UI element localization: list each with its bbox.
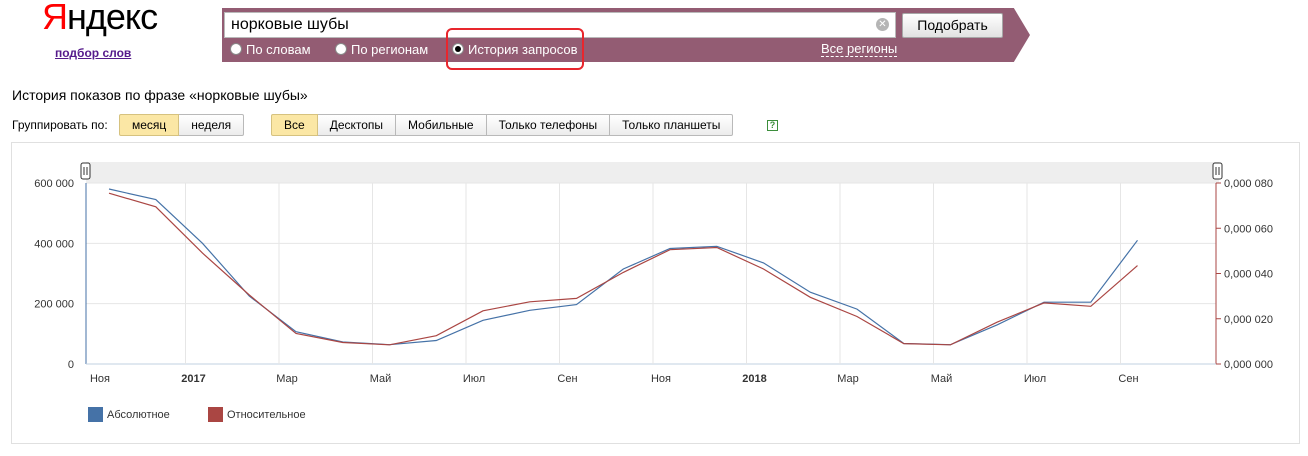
x-tick-label: Май: [931, 373, 953, 385]
x-tick-label: Сен: [557, 373, 577, 385]
wordstat-link[interactable]: подбор слов: [55, 46, 131, 60]
legend-label[interactable]: Абсолютное: [107, 409, 170, 421]
radio-by-regions[interactable]: По регионам: [335, 41, 428, 57]
page-title: История показов по фразе «норковые шубы»: [12, 87, 308, 103]
x-tick-label: Ноя: [651, 373, 671, 385]
x-tick-label: Мар: [837, 373, 859, 385]
y-left-tick-label: 200 000: [34, 299, 74, 311]
radio-label: По словам: [246, 41, 311, 57]
range-handle-right[interactable]: [1212, 162, 1223, 180]
logo-first-letter: Я: [42, 0, 68, 37]
legend-label[interactable]: Относительное: [227, 409, 306, 421]
x-tick-label: Июл: [463, 373, 485, 385]
chart-panel: 0 200 000 400 000 600 000 0,000 000 0,000 02…: [11, 142, 1300, 444]
x-tick-label: 2017: [181, 373, 205, 385]
y-left-tick-label: 600 000: [34, 178, 74, 190]
history-chart: 0 200 000 400 000 600 000 0,000 000 0,000 02…: [34, 162, 1273, 422]
y-left-tick-label: 400 000: [34, 238, 74, 250]
y-right-tick-label: 0,000 000: [1224, 359, 1273, 371]
group-month-button[interactable]: месяц: [119, 114, 180, 136]
x-tick-label: 2018: [742, 373, 766, 385]
y-left-tick-label: 0: [68, 359, 74, 371]
device-all-button[interactable]: Все: [271, 114, 318, 136]
grouping-toggle: месяц неделя: [119, 114, 245, 136]
submit-button[interactable]: Подобрать: [902, 13, 1003, 38]
device-phones-button[interactable]: Только телефоны: [486, 114, 611, 136]
range-handle-left[interactable]: [80, 162, 91, 180]
radio-icon: [335, 43, 347, 55]
legend-swatch[interactable]: [208, 407, 223, 422]
logo-text: ндекс: [67, 0, 158, 37]
all-regions-link[interactable]: Все регионы: [821, 42, 898, 57]
x-tick-label: Сен: [1118, 373, 1138, 385]
x-tick-label: Май: [370, 373, 392, 385]
help-icon[interactable]: ?: [767, 120, 778, 131]
radio-label: По регионам: [351, 41, 429, 57]
y-right-tick-label: 0,000 020: [1224, 314, 1273, 326]
x-tick-label: Ноя: [90, 373, 110, 385]
device-toggle: Все Десктопы Мобильные Только телефоны Т…: [271, 114, 734, 136]
y-right-tick-label: 0,000 060: [1224, 223, 1273, 235]
range-navigator[interactable]: [86, 162, 1219, 183]
device-desktop-button[interactable]: Десктопы: [317, 114, 397, 136]
radio-by-words[interactable]: По словам: [230, 41, 311, 57]
y-right-tick-label: 0,000 080: [1224, 178, 1273, 190]
grouping-label: Группировать по:: [12, 118, 108, 132]
yandex-logo[interactable]: Яндекс: [42, 0, 158, 38]
x-tick-label: Мар: [276, 373, 298, 385]
device-mobile-button[interactable]: Мобильные: [396, 114, 487, 136]
clear-icon[interactable]: ✕: [876, 18, 889, 31]
highlight-annotation: [446, 28, 584, 70]
series-line-absolute: [108, 188, 1138, 346]
group-week-button[interactable]: неделя: [179, 114, 245, 136]
x-tick-label: Июл: [1024, 373, 1046, 385]
y-right-tick-label: 0,000 040: [1224, 269, 1273, 281]
legend-swatch[interactable]: [88, 407, 103, 422]
device-tablets-button[interactable]: Только планшеты: [610, 114, 734, 136]
radio-icon: [230, 43, 242, 55]
